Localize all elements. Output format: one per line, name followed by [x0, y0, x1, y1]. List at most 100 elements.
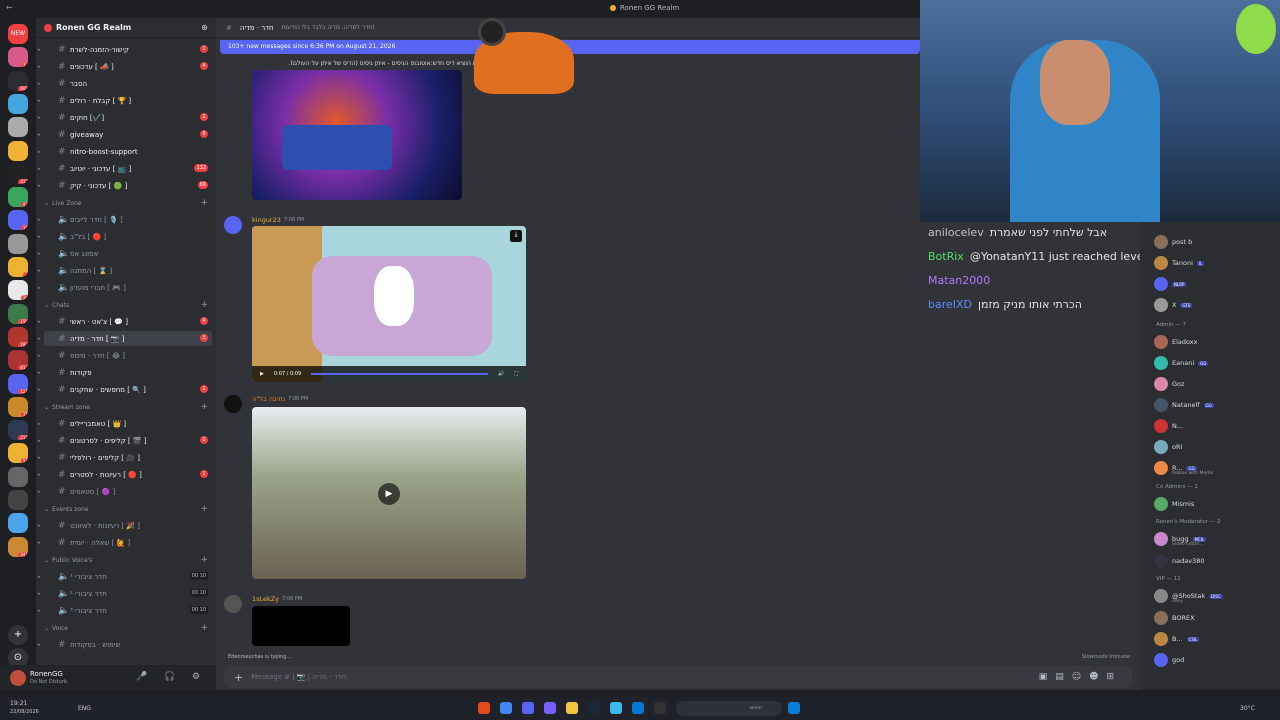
member-item[interactable]: Eanani GG	[1154, 355, 1278, 371]
volume-icon[interactable]: 🔊	[498, 371, 504, 377]
play-icon[interactable]: ▶	[260, 371, 264, 377]
channel-item[interactable]: ▸ # [ 🎬 ] קליפים · לסרטונים 2	[38, 433, 212, 448]
channel-item[interactable]: ▸ # [ 🎥 ] קליפים · רולפליי	[38, 450, 212, 465]
channel-item[interactable]: ▸ # [ 😂 ] חדר · מימס	[38, 348, 212, 363]
download-icon[interactable]: ⤓	[510, 230, 522, 242]
avatar[interactable]	[10, 670, 26, 686]
channel-item[interactable]: ▸ # [ 🟣 ] סטאפים	[38, 484, 212, 499]
channel-item[interactable]: ▸ # [ 📺 ] עדכוני · יוטיוב 132	[38, 161, 212, 176]
avatar[interactable]	[224, 216, 242, 234]
channel-item[interactable]: ▸ # giveaway 9	[38, 127, 212, 142]
category-header[interactable]: ⌄ Chats +	[44, 299, 212, 311]
video-thumbnail[interactable]: ▶	[252, 407, 526, 579]
server-icon[interactable]: 121	[8, 373, 28, 394]
fullscreen-icon[interactable]: ⛶	[514, 371, 518, 377]
server-icon[interactable]	[8, 233, 28, 254]
media-attachment[interactable]	[252, 606, 350, 646]
channel-item[interactable]: ▸ # [ 🔍 ] מחפשים · שחקנים 1	[38, 382, 212, 397]
server-icon[interactable]: 75	[8, 396, 28, 417]
server-icon[interactable]: 241	[8, 536, 28, 557]
channel-item[interactable]: ▸ # קישור-הזמנה-לשרת 1	[38, 42, 212, 57]
search-box[interactable]: חיפוש	[676, 701, 782, 716]
author-name[interactable]: 1sLekZy	[252, 595, 279, 603]
channel-item[interactable]: ▸ # שימוש · בפקודות	[38, 637, 212, 652]
channel-item[interactable]: ▸ 🔈 חדר ציבורי ³ 00 10	[38, 603, 212, 618]
member-item[interactable]: Natanelf GG	[1154, 397, 1278, 413]
video-player[interactable]: ▶ 0:07 / 0:09 🔊 ⛶ ⤓	[252, 226, 526, 382]
add-channel-icon[interactable]: +	[200, 555, 208, 565]
server-icon[interactable]	[8, 513, 28, 534]
channel-item[interactable]: ▸ 🔈 אסונג אס	[38, 246, 212, 261]
add-user-icon[interactable]: ⊕	[201, 23, 208, 32]
category-header[interactable]: ⌄ Events zone +	[44, 503, 212, 515]
edge-icon[interactable]	[632, 702, 644, 714]
server-icon[interactable]: 3	[8, 257, 28, 277]
member-item[interactable]: Tanoni IL	[1154, 255, 1278, 271]
channel-item[interactable]: ▸ # פקודות	[38, 365, 212, 380]
channel-item[interactable]: ▸ # [✔️] חוקים 2	[38, 110, 212, 125]
channel-item[interactable]: ▸ # [ 🔴 ] רעיונות · לסטרים 1	[38, 467, 212, 482]
app-icon[interactable]	[610, 702, 622, 714]
add-channel-icon[interactable]: +	[200, 623, 208, 633]
channel-item[interactable]: ▸ 🔈[ 🔴 ] בל"ב	[38, 229, 212, 244]
channel-item[interactable]: ▸ # הסבר	[38, 76, 212, 91]
discord-icon[interactable]	[522, 702, 534, 714]
bus-image[interactable]	[252, 70, 462, 200]
author-name[interactable]: נתיבה בל"ה	[252, 395, 285, 403]
category-header[interactable]: ⌄ Live Zone +	[44, 197, 212, 209]
back-arrow-icon[interactable]: ←	[6, 3, 13, 12]
channel-item[interactable]: ▸ # nitro-boost-support	[38, 144, 212, 159]
server-icon[interactable]	[8, 117, 28, 138]
app-icon[interactable]	[544, 702, 556, 714]
member-item[interactable]: Goz	[1154, 376, 1278, 392]
member-item[interactable]: N...	[1154, 418, 1278, 434]
author-name[interactable]: kingur23	[252, 216, 281, 224]
play-icon[interactable]: ▶	[378, 483, 400, 505]
server-icon[interactable]: 18	[8, 210, 28, 231]
folder-icon[interactable]	[566, 702, 578, 714]
windows-start-icon[interactable]	[788, 702, 800, 714]
channel-item[interactable]: ▸ # [ 💬 ] צ'אט · ראשי 4	[38, 314, 212, 329]
channel-item[interactable]: ▸ # [ 👑 ] טאמבריילים	[38, 416, 212, 431]
channel-item[interactable]: ▸ 🔈[ 🎮 ] חברי מועדון	[38, 280, 212, 295]
channel-item[interactable]: ▸ 🔈 חדר ציבורי ² 00 10	[38, 586, 212, 601]
server-icon[interactable]: NEW	[8, 24, 28, 44]
avatar[interactable]	[224, 395, 242, 413]
channel-item[interactable]: ▸ 🔈[ 🎙️ ] חדר לייבים	[38, 212, 212, 227]
category-header[interactable]: ⌄ Voice +	[44, 622, 212, 634]
member-item[interactable]: B... CSIL	[1154, 631, 1278, 647]
member-item[interactable]: NLRP	[1154, 276, 1278, 292]
language-indicator[interactable]: ENG	[78, 705, 91, 712]
channel-item[interactable]: ▸ # [ 🟢 ] עדכוני · קיק 66	[38, 178, 212, 193]
member-item[interactable]: god	[1154, 652, 1278, 668]
server-icon[interactable]: 813	[8, 350, 28, 371]
member-item[interactable]: post b	[1154, 234, 1278, 250]
headphones-icon[interactable]: 🎧	[164, 672, 175, 682]
server-icon[interactable]: 609	[8, 70, 28, 91]
category-header[interactable]: ⌄ Public Voice's +	[44, 554, 212, 566]
server-icon[interactable]: 55	[8, 443, 28, 464]
terminal-icon[interactable]	[654, 702, 666, 714]
chrome-icon[interactable]	[500, 702, 512, 714]
server-icon[interactable]: 159	[8, 303, 28, 324]
channel-item[interactable]: ▸ # [ 🙋 ] שאלה · יומית	[38, 535, 212, 550]
plus-icon[interactable]: +	[234, 671, 243, 684]
steam-icon[interactable]	[588, 702, 600, 714]
category-header[interactable]: ⌄ Stream zone +	[44, 401, 212, 413]
member-item[interactable]: BOREX	[1154, 610, 1278, 626]
server-icon[interactable]	[8, 140, 28, 161]
server-header[interactable]: Ronen GG Realm ⊕	[36, 18, 216, 38]
channel-item[interactable]: ▸ # [ 📷 ] חדר · מדיה 3	[38, 331, 212, 346]
channel-item[interactable]: ▸ # [ 🏆 ] קבלת · רולים	[38, 93, 212, 108]
server-icon[interactable]	[8, 466, 28, 487]
member-item[interactable]: oRi	[1154, 439, 1278, 455]
progress-bar[interactable]	[311, 373, 489, 375]
composer-icons[interactable]: ▣▤☺☻⊞	[1039, 672, 1122, 682]
add-channel-icon[interactable]: +	[200, 504, 208, 514]
add-channel-icon[interactable]: +	[200, 402, 208, 412]
channel-item[interactable]: ▸ 🔈[ ⌛ ] המתנה	[38, 263, 212, 278]
server-icon[interactable]	[8, 93, 28, 114]
server-icon[interactable]: 192	[8, 326, 28, 347]
server-icon[interactable]	[8, 490, 28, 510]
server-icon[interactable]: 12	[8, 47, 28, 68]
